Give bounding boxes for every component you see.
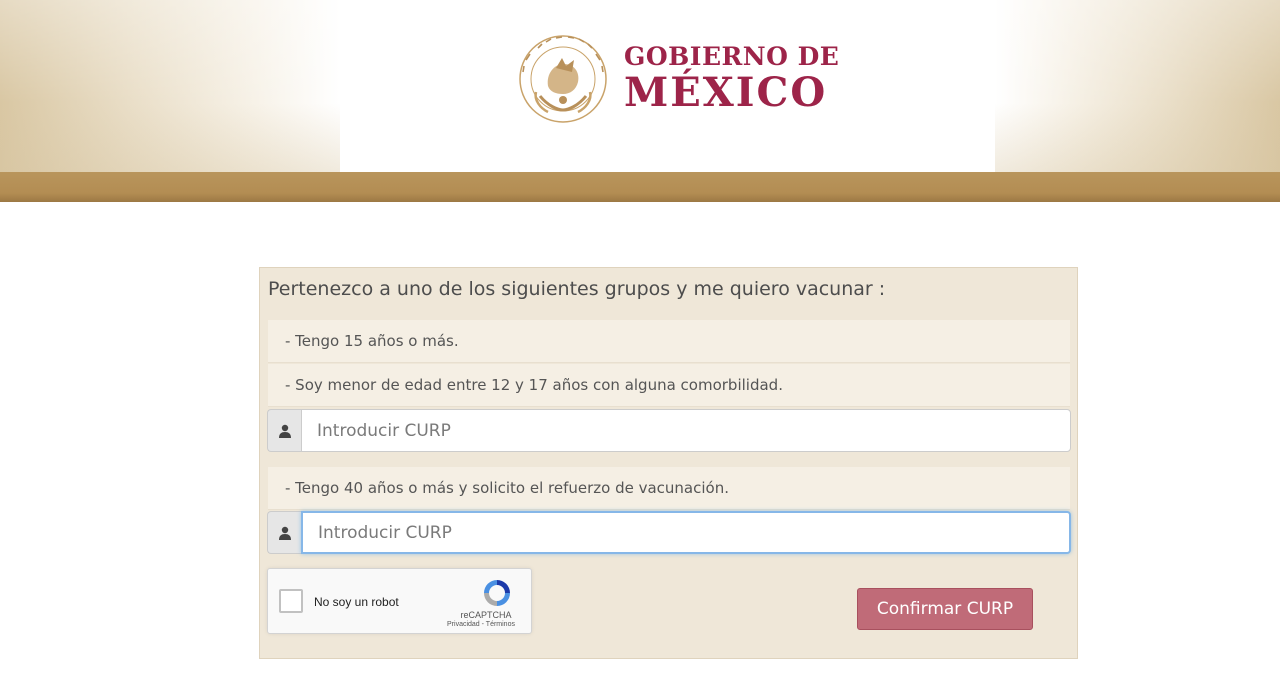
group-item-refuerzo: - Tengo 40 años o más y solicito el refu… xyxy=(268,467,1070,510)
recaptcha-label: No soy un robot xyxy=(314,595,399,609)
logo-text: GOBIERNO DE MÉXICO xyxy=(624,43,839,115)
logo-line-gobierno: GOBIERNO DE xyxy=(624,42,840,71)
panel-title: Pertenezco a uno de los siguientes grupo… xyxy=(268,278,886,300)
input-addon xyxy=(267,511,301,554)
input-addon xyxy=(267,409,301,452)
curp-input-group-1 xyxy=(267,409,1071,452)
confirm-curp-button[interactable]: Confirmar CURP xyxy=(857,588,1033,630)
curp-input-2[interactable] xyxy=(301,511,1071,554)
group-item-15-anos: - Tengo 15 años o más. xyxy=(268,320,1070,363)
recaptcha-logo-icon xyxy=(484,580,510,606)
header-decoration-right xyxy=(995,0,1280,172)
recaptcha-links[interactable]: Privacidad - Términos xyxy=(441,621,521,628)
curp-input-1[interactable] xyxy=(301,409,1071,452)
recaptcha-widget: No soy un robot reCAPTCHA Privacidad - T… xyxy=(267,568,532,634)
curp-input-group-2 xyxy=(267,511,1071,554)
header-gold-bar xyxy=(0,172,1280,202)
user-icon xyxy=(278,424,291,438)
recaptcha-checkbox[interactable] xyxy=(279,589,303,613)
gobierno-logo[interactable]: GOBIERNO DE MÉXICO xyxy=(518,33,839,125)
curp-form-panel: Pertenezco a uno de los siguientes grupo… xyxy=(259,267,1078,659)
group-item-menor-comorbilidad: - Soy menor de edad entre 12 y 17 años c… xyxy=(268,364,1070,407)
header-decoration-left xyxy=(0,0,340,172)
escudo-nacional-icon xyxy=(519,35,607,123)
recaptcha-brand: reCAPTCHA xyxy=(460,610,512,620)
logo-line-mexico: MÉXICO xyxy=(624,69,828,116)
site-header: GOBIERNO DE MÉXICO xyxy=(0,0,1280,172)
user-icon xyxy=(278,526,291,540)
